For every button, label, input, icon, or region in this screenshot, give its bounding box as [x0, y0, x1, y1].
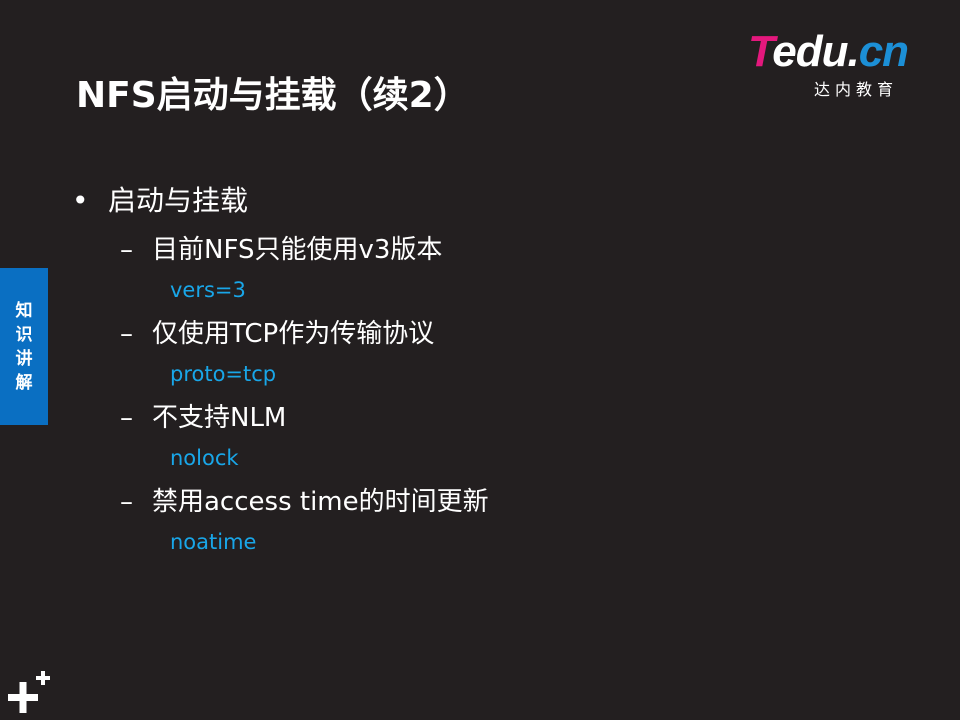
sub-item-text: 仅使用TCP作为传输协议 [152, 319, 435, 349]
sub-item: – 禁用access time的时间更新 [120, 480, 932, 524]
code-option: nolock [170, 446, 239, 470]
sub-item-text: 禁用access time的时间更新 [152, 487, 489, 517]
sub-dash: – [120, 319, 133, 349]
sub-item-text: 不支持NLM [152, 403, 287, 433]
slide-content: • 启动与挂载 – 目前NFS只能使用v3版本 vers=3 – 仅使用TCP作… [72, 178, 932, 560]
side-tab: 知识讲解 [0, 268, 48, 425]
bullet-item: • 启动与挂载 [72, 178, 932, 224]
bullet-dot: • [72, 184, 89, 217]
code-option: vers=3 [170, 278, 246, 302]
sub-dash: – [120, 235, 133, 265]
bullet-text: 启动与挂载 [108, 184, 249, 217]
sub-item: – 目前NFS只能使用v3版本 [120, 228, 932, 272]
tedu-logo: Tedu.cn 达内教育 [748, 28, 930, 100]
logo-mark-cn: cn [858, 27, 909, 76]
logo-subtitle: 达内教育 [814, 80, 899, 99]
sub-item: – 仅使用TCP作为传输协议 [120, 312, 932, 356]
sub-item: – 不支持NLM [120, 396, 932, 440]
code-option: noatime [170, 530, 257, 554]
logo-mark: Tedu.cn [748, 27, 909, 76]
sub-dash: – [120, 487, 133, 517]
sub-dash: – [120, 403, 133, 433]
code-option: proto=tcp [170, 362, 277, 386]
logo-mark-t: T [748, 27, 773, 76]
plus-decoration-icon [8, 671, 50, 713]
logo-mark-rest: edu. [772, 27, 859, 76]
page-title: NFS启动与挂载（续2） [76, 75, 470, 116]
side-tab-label: 知识讲解 [15, 300, 33, 393]
sub-item-text: 目前NFS只能使用v3版本 [152, 235, 443, 265]
